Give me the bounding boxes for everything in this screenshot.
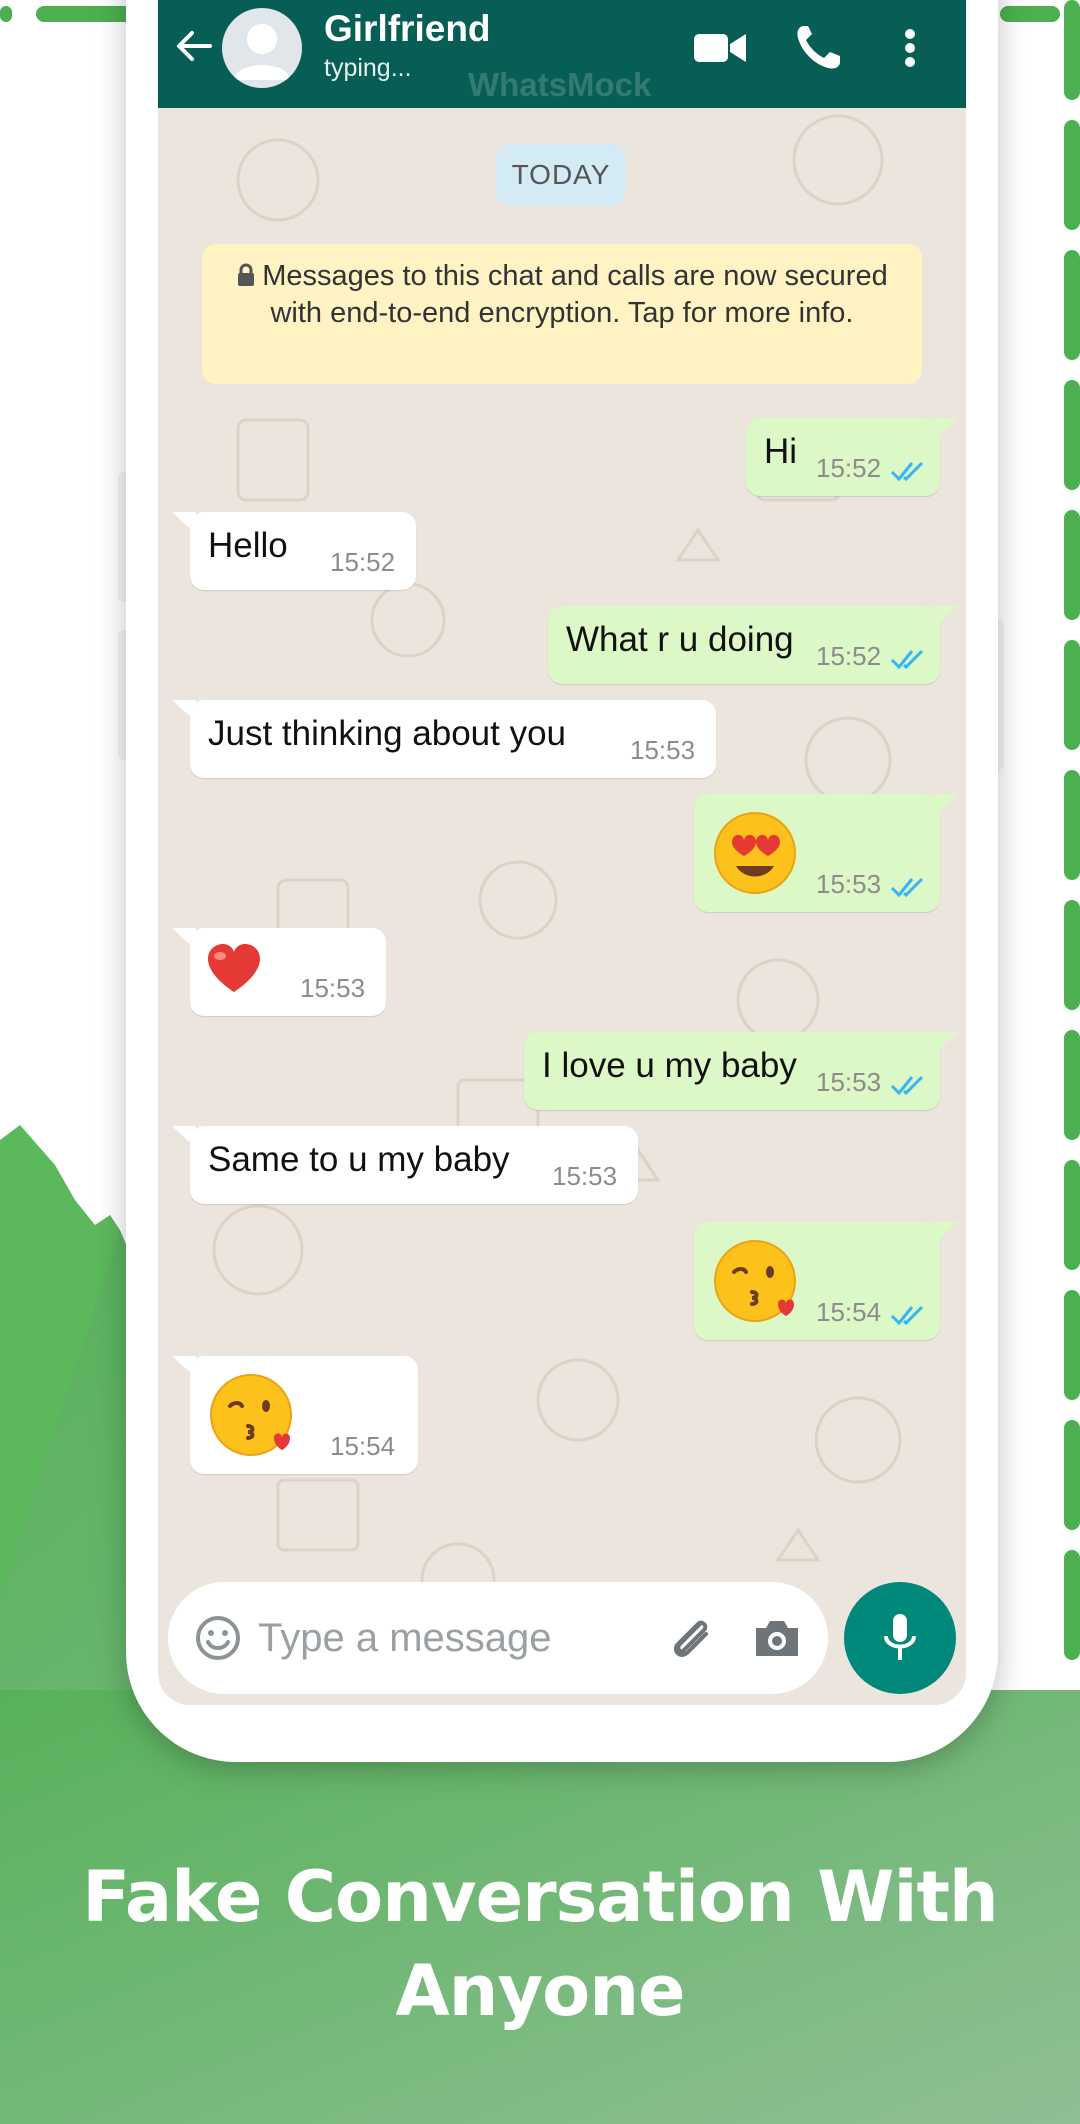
bubble-tail [934,1032,958,1054]
message-text: What r u doing [566,620,794,659]
decor-dash [1064,0,1080,100]
phone-call-icon[interactable] [792,22,848,74]
decor-dash [1064,510,1080,620]
message-time: 15:53 [816,869,882,899]
message-text: I love u my baby [542,1046,797,1085]
message-time: 15:52 [816,641,882,671]
message-bubble-outgoing[interactable]: 15:54 [694,1222,940,1340]
message-bubble-outgoing[interactable]: 15:53 [694,794,940,912]
message-input[interactable]: Type a message [258,1616,552,1661]
heart-eyes-emoji-icon [714,812,796,894]
decor-dash [1000,6,1060,22]
decor-dash [1064,380,1080,490]
camera-icon[interactable] [752,1616,802,1660]
chat-header: Girlfriend typing... WhatsMock [158,0,966,108]
message-text: Hi [764,432,798,471]
read-ticks-icon [890,1075,924,1096]
message-text: Same to u my baby [208,1140,510,1179]
red-heart-emoji-icon [208,944,260,992]
mic-button[interactable] [844,1582,956,1694]
video-call-icon[interactable] [692,22,748,74]
mic-icon [884,1614,916,1660]
message-time: 15:54 [816,1297,882,1327]
lock-icon [238,263,255,286]
app-watermark: WhatsMock [468,66,652,103]
read-ticks-icon [890,649,924,670]
message-time: 15:52 [816,453,882,483]
kiss-emoji-icon [714,1240,796,1322]
bubble-tail [934,1222,958,1244]
decor-dash [1064,1550,1080,1660]
promo-caption: Fake Conversation With Anyone [0,1850,1080,2038]
message-bubble-incoming[interactable]: 15:54 [190,1356,418,1474]
message-compose-bar: Type a message [168,1582,828,1694]
avatar-placeholder-icon [234,24,290,80]
chat-screen: Girlfriend typing... WhatsMock TODAY Mes… [158,0,966,1705]
avatar[interactable] [222,8,302,88]
read-ticks-icon [890,1305,924,1326]
message-time: 15:53 [630,735,696,765]
decor-dash [1064,900,1080,1010]
bubble-tail [934,794,958,816]
read-ticks-icon [890,877,924,898]
contact-name[interactable]: Girlfriend [324,8,491,50]
message-time: 15:54 [330,1431,396,1461]
read-ticks-icon [890,461,924,482]
encryption-notice-text: Messages to this chat and calls are now … [262,260,888,329]
message-bubble-incoming[interactable]: Just thinking about you 15:53 [190,700,716,778]
emoji-icon[interactable] [194,1614,242,1662]
date-divider: TODAY [496,144,626,206]
decor-dash [1064,1290,1080,1400]
decor-dash [1064,120,1080,230]
message-bubble-incoming[interactable]: Hello 15:52 [190,512,416,590]
message-time: 15:52 [330,547,396,577]
message-bubble-outgoing[interactable]: What r u doing 15:52 [548,606,940,684]
message-time: 15:53 [300,973,366,1003]
decor-dash [1064,1160,1080,1270]
decor-dash [1064,250,1080,360]
contact-status: typing... [324,54,412,82]
message-time: 15:53 [816,1067,882,1097]
kiss-emoji-icon [210,1374,292,1456]
bubble-tail [934,418,958,440]
encryption-notice[interactable]: Messages to this chat and calls are now … [202,244,922,384]
bubble-tail [934,606,958,628]
attach-icon[interactable] [666,1612,718,1664]
message-bubble-incoming[interactable]: 15:53 [190,928,386,1016]
more-vertical-icon[interactable] [890,22,930,74]
decor-dash [1064,1420,1080,1530]
decor-dash [1064,640,1080,750]
promo-caption-line: Fake Conversation With [82,1856,999,1938]
message-bubble-outgoing[interactable]: Hi 15:52 [746,418,940,496]
message-bubble-incoming[interactable]: Same to u my baby 15:53 [190,1126,638,1204]
decor-dash [0,6,12,22]
decor-dash [1064,770,1080,880]
decor-dash [1064,1030,1080,1140]
message-time: 15:53 [552,1161,618,1191]
promo-caption-line: Anyone [395,1950,685,2032]
message-text: Just thinking about you [208,714,567,753]
message-text: Hello [208,526,288,565]
message-bubble-outgoing[interactable]: I love u my baby 15:53 [524,1032,940,1110]
back-arrow-icon[interactable] [174,26,214,66]
